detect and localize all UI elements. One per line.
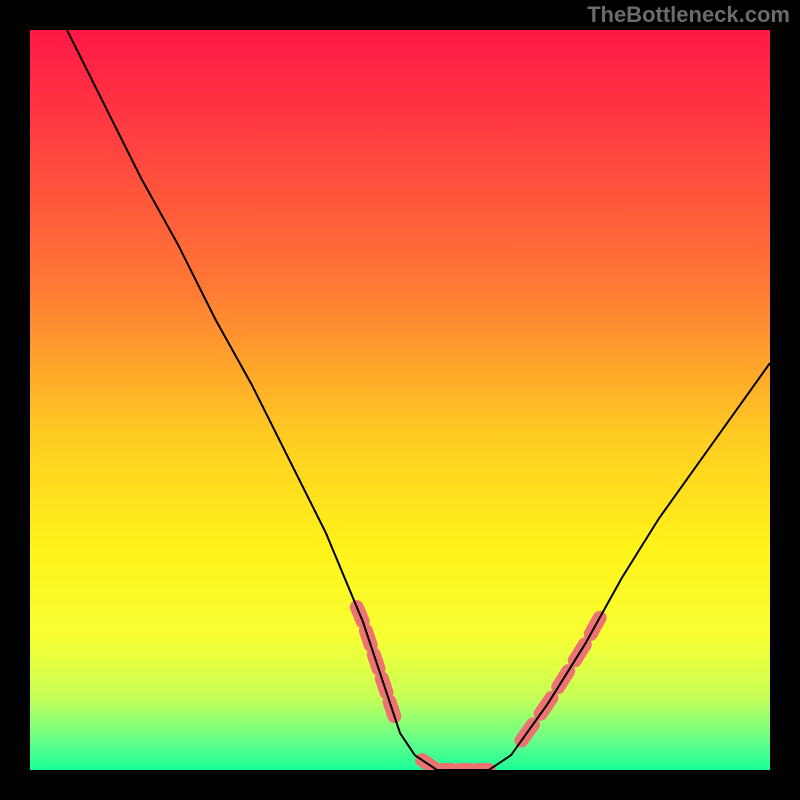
plot-area — [30, 30, 770, 770]
watermark-label: TheBottleneck.com — [587, 2, 790, 28]
gradient-bg — [30, 30, 770, 770]
plot-svg — [30, 30, 770, 770]
chart-container: TheBottleneck.com — [0, 0, 800, 800]
